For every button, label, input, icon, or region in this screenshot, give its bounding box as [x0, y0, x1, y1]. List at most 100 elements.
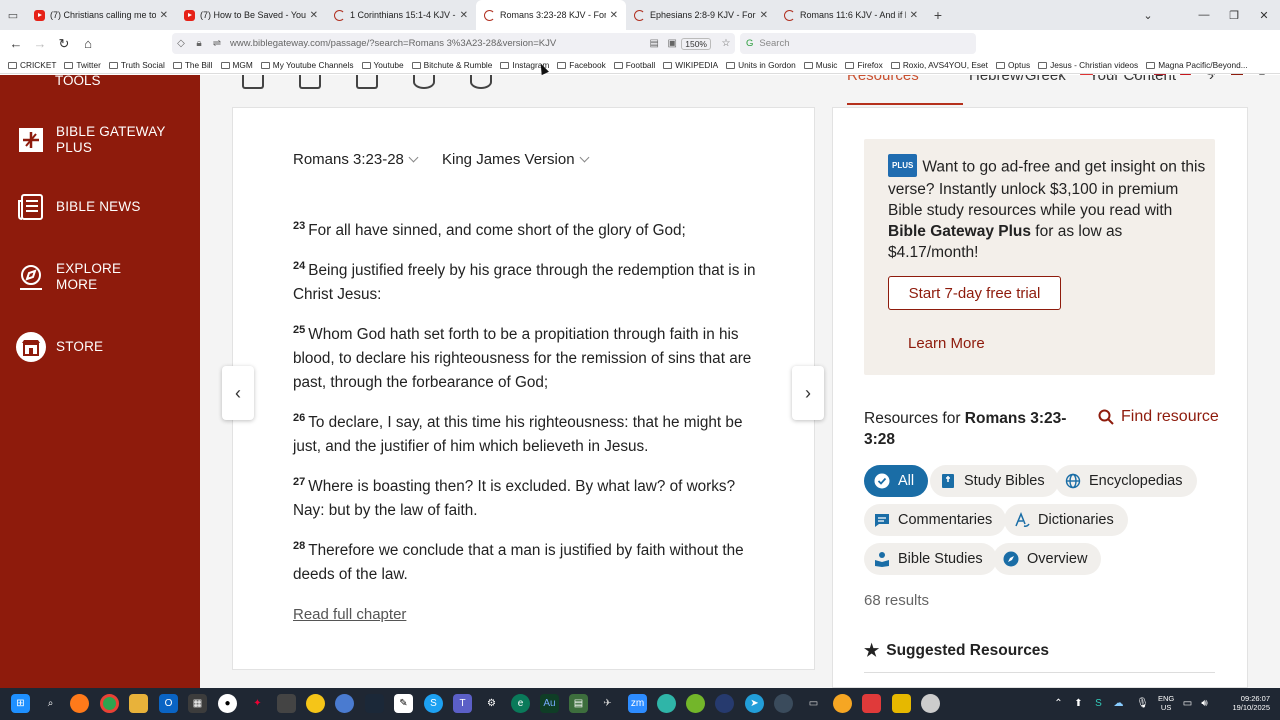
edge-icon[interactable]: e	[511, 694, 530, 713]
close-tab-icon[interactable]: ✕	[310, 10, 318, 21]
version-select[interactable]: King James Version	[442, 151, 590, 168]
back-button[interactable]: ←	[4, 36, 28, 51]
copy-icon[interactable]	[299, 75, 321, 89]
bookmark-item[interactable]: Magna Pacific/Beyond...	[1146, 60, 1248, 70]
chevron-right-icon[interactable]: ›	[1209, 75, 1214, 84]
microphone-icon[interactable]: 🎙︎	[1133, 694, 1152, 713]
close-tab-icon[interactable]: ✕	[760, 10, 768, 21]
bookmark-item[interactable]: CRICKET	[8, 60, 56, 70]
skype-icon[interactable]: S	[424, 694, 443, 713]
close-window-button[interactable]: ✕	[1249, 0, 1279, 30]
bookmark-item[interactable]: My Youtube Channels	[260, 60, 354, 70]
previous-passage-button[interactable]: ‹	[222, 366, 254, 420]
permissions-icon[interactable]: ⇌	[208, 38, 226, 49]
filter-overview[interactable]: Overview	[993, 543, 1102, 575]
tray-app-icon[interactable]: S	[1089, 694, 1108, 713]
browser-tab[interactable]: 1 Corinthians 15:1-4 KJV - More ✕	[326, 0, 476, 30]
app-icon[interactable]: ✦	[248, 694, 267, 713]
teams-icon[interactable]: T	[453, 694, 472, 713]
minimize-button[interactable]: —	[1189, 0, 1219, 30]
tab-hebrew-greek[interactable]: Hebrew/Greek	[969, 75, 1089, 84]
bookmark-item[interactable]: Truth Social	[108, 60, 165, 70]
bookmark-item[interactable]: MGM	[220, 60, 253, 70]
url-text[interactable]: www.biblegateway.com/passage/?search=Rom…	[230, 38, 645, 49]
browser-tab[interactable]: Romans 11:6 KJV - And if by gr ✕	[776, 0, 926, 30]
browser-tab[interactable]: (7) Christians calling me to CHR ✕	[26, 0, 176, 30]
steam-icon[interactable]	[365, 694, 384, 713]
forward-button[interactable]: →	[28, 36, 52, 51]
system-clock[interactable]: 09:26:07 19/10/2025	[1222, 694, 1270, 712]
reader-view-icon[interactable]: ▤	[645, 38, 663, 49]
next-passage-button[interactable]: ›	[792, 366, 824, 420]
audio-icon[interactable]	[470, 75, 492, 89]
browser-tab[interactable]: Ephesians 2:8-9 KJV - For by gr ✕	[626, 0, 776, 30]
audition-icon[interactable]: Au	[540, 694, 559, 713]
app-icon[interactable]	[862, 694, 881, 713]
filter-all[interactable]: All	[864, 465, 929, 497]
passage-reference-select[interactable]: Romans 3:23-28	[293, 151, 419, 168]
start-free-trial-button[interactable]: Start 7-day free trial	[888, 276, 1061, 310]
bookmark-item[interactable]: Football	[613, 60, 655, 70]
settings-icon[interactable]	[413, 75, 435, 89]
home-icon[interactable]: ⌂	[76, 36, 100, 51]
close-tab-icon[interactable]: ✕	[910, 10, 918, 21]
sidebar-item-store[interactable]: STORE	[14, 330, 103, 364]
bookmark-item[interactable]: Units in Gordon	[726, 60, 796, 70]
chrome-icon[interactable]	[100, 694, 119, 713]
read-full-chapter-link[interactable]: Read full chapter	[293, 606, 406, 623]
app-icon[interactable]	[657, 694, 676, 713]
zoom-level[interactable]: 150%	[681, 37, 711, 50]
app-icon[interactable]: ✈	[598, 694, 617, 713]
app-icon[interactable]	[715, 694, 734, 713]
app-icon[interactable]	[833, 694, 852, 713]
windows-start-icon[interactable]: ⊞	[11, 694, 30, 713]
tab-your-content[interactable]: Your Content	[1089, 75, 1209, 84]
filter-dictionaries[interactable]: Dictionaries	[1004, 504, 1128, 536]
app-icon[interactable]	[306, 694, 325, 713]
app-icon[interactable]: ⚙	[482, 694, 501, 713]
close-tab-icon[interactable]: ✕	[160, 10, 168, 21]
lock-icon[interactable]: 🔒︎	[190, 38, 208, 49]
sidebar-item-bible-gateway-plus[interactable]: BIBLE GATEWAY PLUS	[14, 123, 166, 157]
tab-overflow-icon[interactable]: ⌄	[1133, 0, 1163, 30]
bookmark-star-icon[interactable]: ☆	[717, 38, 735, 49]
find-resource-button[interactable]: Find resource	[1098, 408, 1219, 426]
search-icon[interactable]: ⌕	[41, 694, 60, 713]
app-icon[interactable]: ▭	[804, 694, 823, 713]
browser-tab[interactable]: (7) How to Be Saved - YouTube ✕	[176, 0, 326, 30]
app-icon[interactable]: ▦	[188, 694, 207, 713]
app-icon[interactable]	[686, 694, 705, 713]
print-icon[interactable]	[356, 75, 378, 89]
bookmark-item[interactable]: Bitchute & Rumble	[411, 60, 492, 70]
app-icon[interactable]: ●	[218, 694, 237, 713]
bookmark-item[interactable]: Facebook	[557, 60, 606, 70]
sidebar-item-tools[interactable]: TOOLS	[55, 75, 101, 89]
close-tab-icon[interactable]: ✕	[610, 10, 618, 21]
telegram-icon[interactable]: ➤	[745, 694, 764, 713]
bookmark-item[interactable]: Music	[803, 60, 837, 70]
tray-chevron-up-icon[interactable]: ⌃	[1049, 694, 1068, 713]
columns-icon[interactable]	[242, 75, 264, 89]
app-icon[interactable]: ▤	[569, 694, 588, 713]
screenshot-icon[interactable]: ▣	[663, 38, 681, 49]
browser-tab-active[interactable]: Romans 3:23-28 KJV - For all ha ✕	[476, 0, 626, 30]
tray-app-icon[interactable]: ⬆	[1069, 694, 1088, 713]
volume-icon[interactable]: 🔊︎	[1195, 694, 1214, 713]
filter-study-bibles[interactable]: Study Bibles	[930, 465, 1059, 497]
sidebar-item-explore-more[interactable]: EXPLORE MORE	[14, 260, 136, 294]
bookmark-item[interactable]: Optus	[995, 60, 1030, 70]
app-icon[interactable]	[774, 694, 793, 713]
bookmark-item[interactable]: The Bill	[172, 60, 213, 70]
close-tab-icon[interactable]: ✕	[460, 10, 468, 21]
bookmark-item[interactable]: Firefox	[845, 60, 883, 70]
app-icon[interactable]	[335, 694, 354, 713]
app-icon[interactable]	[277, 694, 296, 713]
learn-more-link[interactable]: Learn More	[908, 335, 985, 352]
app-icon[interactable]: ✎	[394, 694, 413, 713]
shield-icon[interactable]: ◇	[172, 38, 190, 49]
bookmark-item[interactable]: Youtube	[361, 60, 404, 70]
sidebar-item-bible-news[interactable]: BIBLE NEWS	[14, 190, 141, 224]
restore-button[interactable]: ❐	[1219, 0, 1249, 30]
tab-list-icon[interactable]: ▭	[0, 0, 26, 30]
filter-encyclopedias[interactable]: Encyclopedias	[1055, 465, 1197, 497]
